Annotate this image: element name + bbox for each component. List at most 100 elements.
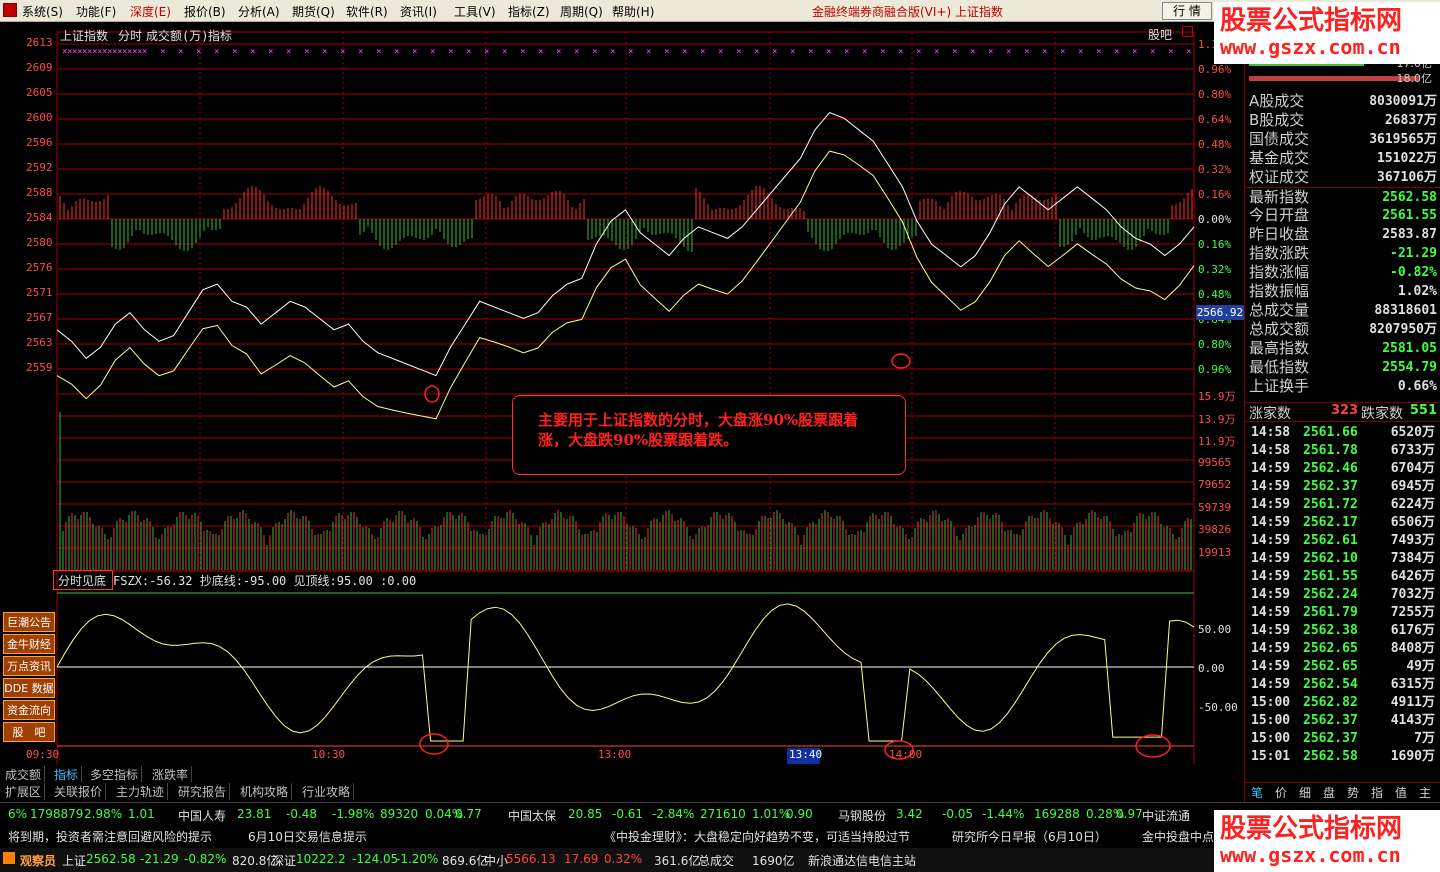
panel-tab[interactable]: 细 — [1299, 784, 1311, 801]
price-axis-label: 2600 — [26, 111, 53, 124]
menu-function[interactable]: 功能(F) — [76, 3, 116, 20]
chart-title: 上证指数 — [60, 29, 109, 43]
panel-tab[interactable]: 笔 — [1251, 784, 1263, 801]
tick-cell: 14:59 — [1251, 641, 1291, 656]
tab[interactable]: 涨跌率 — [149, 766, 193, 783]
tab[interactable]: 指标 — [51, 766, 83, 783]
volume-label[interactable]: 成交额(万) — [146, 27, 208, 44]
ticker-item: 2.98% — [84, 807, 123, 821]
marker-x: × — [916, 47, 921, 57]
marker-x: × — [844, 47, 849, 57]
sh-label: 上证 — [62, 854, 87, 868]
ticker-item: -2.84% — [652, 807, 695, 821]
tab[interactable]: 扩展区 — [2, 783, 46, 800]
info-key: 指数涨跌 — [1249, 244, 1310, 262]
tab[interactable]: 行业攻略 — [299, 783, 355, 800]
tab[interactable]: 成交额 — [2, 766, 46, 783]
ticker-item: 马钢股份 — [838, 809, 887, 823]
menu-depth[interactable]: 深度(E) — [130, 3, 171, 20]
view-label[interactable]: 分时 — [118, 27, 142, 44]
marker-x: × — [430, 47, 435, 57]
guba-link[interactable]: 股吧 — [1148, 26, 1172, 43]
side-button[interactable]: 资金流向 — [3, 700, 55, 720]
marker-x: × — [142, 47, 147, 57]
marker-x: × — [538, 47, 543, 57]
tick-cell: 14:59 — [1251, 479, 1291, 494]
close-icon[interactable] — [1182, 26, 1193, 37]
ticker-item: 1.01% — [752, 807, 791, 821]
tab[interactable]: 主力轨迹 — [113, 783, 169, 800]
tick-cell: 15:01 — [1251, 749, 1291, 764]
marker-x: × — [772, 47, 777, 57]
indicator-label[interactable]: 指标 — [208, 27, 232, 44]
index-info-panel: 17.0亿 18.0亿 A股成交8030091万B股成交26837万国债成交36… — [1244, 22, 1440, 802]
marker-x: × — [448, 47, 453, 57]
marker-x: × — [376, 47, 381, 57]
side-button[interactable]: 巨潮公告 — [3, 612, 55, 632]
news-item[interactable]: 6月10日交易信息提示 — [248, 828, 367, 845]
current-price-tag: 2566.92 — [1196, 305, 1244, 320]
info-value: 8030091万 — [1369, 94, 1437, 109]
tick-cell: 2561.55 — [1303, 569, 1358, 584]
menu-tools[interactable]: 工具(V) — [454, 3, 496, 20]
menu-system[interactable]: 系统(S) — [22, 3, 63, 20]
tick-cell: 6224万 — [1390, 497, 1435, 512]
menu-indicator[interactable]: 指标(Z) — [508, 3, 550, 20]
tick-row: 14:59 2562.61 7493万 — [1245, 532, 1440, 550]
news-item[interactable]: 金中投盘中点 — [1142, 828, 1214, 845]
marker-x: × — [754, 47, 759, 57]
tick-row: 14:59 2561.72 6224万 — [1245, 496, 1440, 514]
marker-x: × — [718, 47, 723, 57]
sz-label: 深证 — [272, 854, 297, 868]
panel-tab[interactable]: 盘 — [1323, 784, 1335, 801]
tick-cell: 8408万 — [1390, 641, 1435, 656]
marker-x: × — [1078, 47, 1083, 57]
tick-cell: 2562.46 — [1303, 461, 1358, 476]
menu-period[interactable]: 周期(Q) — [560, 3, 603, 20]
tick-cell: 2562.38 — [1303, 623, 1358, 638]
info-row: 权证成交 367106万 — [1245, 168, 1440, 187]
price-axis-label: 2613 — [26, 36, 53, 49]
news-item[interactable]: 《中投金理财》：大盘稳定向好趋势不变，可适当持股过节 — [604, 828, 910, 845]
menu-info[interactable]: 资讯(I) — [400, 3, 437, 20]
zx-percent: 0.32% — [604, 852, 643, 866]
news-item[interactable]: 研究所今日早报（6月10日） — [952, 828, 1107, 845]
ticker-item: 1798879 — [30, 807, 84, 821]
tab[interactable]: 多空指标 — [87, 766, 143, 783]
observer-label[interactable]: 观察员 — [20, 852, 56, 869]
total-value: 1690亿 — [752, 854, 795, 868]
marker-x: × — [952, 47, 957, 57]
side-button[interactable]: 股 吧 — [3, 722, 55, 742]
panel-tab[interactable]: 价 — [1275, 784, 1287, 801]
menu-analysis[interactable]: 分析(A) — [238, 3, 280, 20]
tab[interactable]: 研究报告 — [175, 783, 231, 800]
tab[interactable]: 关联报价 — [51, 783, 107, 800]
price-axis-label: 2563 — [26, 336, 53, 349]
server-label[interactable]: 新浪通达信电信主站 — [808, 852, 916, 869]
panel-tab[interactable]: 值 — [1395, 784, 1407, 801]
panel-tab[interactable]: 主 — [1419, 784, 1431, 801]
observer-icon[interactable] — [3, 852, 15, 864]
zx-label: 中小 — [484, 854, 509, 868]
price-axis-label: 2559 — [26, 361, 53, 374]
tick-cell: 14:59 — [1251, 461, 1291, 476]
tick-cell: 2562.61 — [1303, 533, 1358, 548]
menu-software[interactable]: 软件(R) — [346, 3, 388, 20]
quote-button[interactable]: 行 情 — [1162, 2, 1212, 20]
menu-futures[interactable]: 期货(Q) — [292, 3, 335, 20]
side-button[interactable]: DDE 数据 — [3, 678, 55, 698]
tick-cell: 2562.17 — [1303, 515, 1358, 530]
tick-cell: 2561.72 — [1303, 497, 1358, 512]
panel-tab[interactable]: 势 — [1347, 784, 1359, 801]
marker-x: × — [1132, 47, 1137, 57]
side-button[interactable]: 金牛财经 — [3, 634, 55, 654]
sz-percent: -1.20% — [396, 852, 439, 866]
marker-x: × — [358, 47, 363, 57]
news-item[interactable]: 将到期，投资者需注意回避风险的提示 — [8, 828, 212, 845]
panel-tab[interactable]: 指 — [1371, 784, 1383, 801]
menu-help[interactable]: 帮助(H) — [612, 3, 654, 20]
side-button[interactable]: 万点资讯 — [3, 656, 55, 676]
marker-x: × — [178, 47, 183, 57]
tab[interactable]: 机构攻略 — [237, 783, 293, 800]
menu-quote[interactable]: 报价(B) — [184, 3, 226, 20]
